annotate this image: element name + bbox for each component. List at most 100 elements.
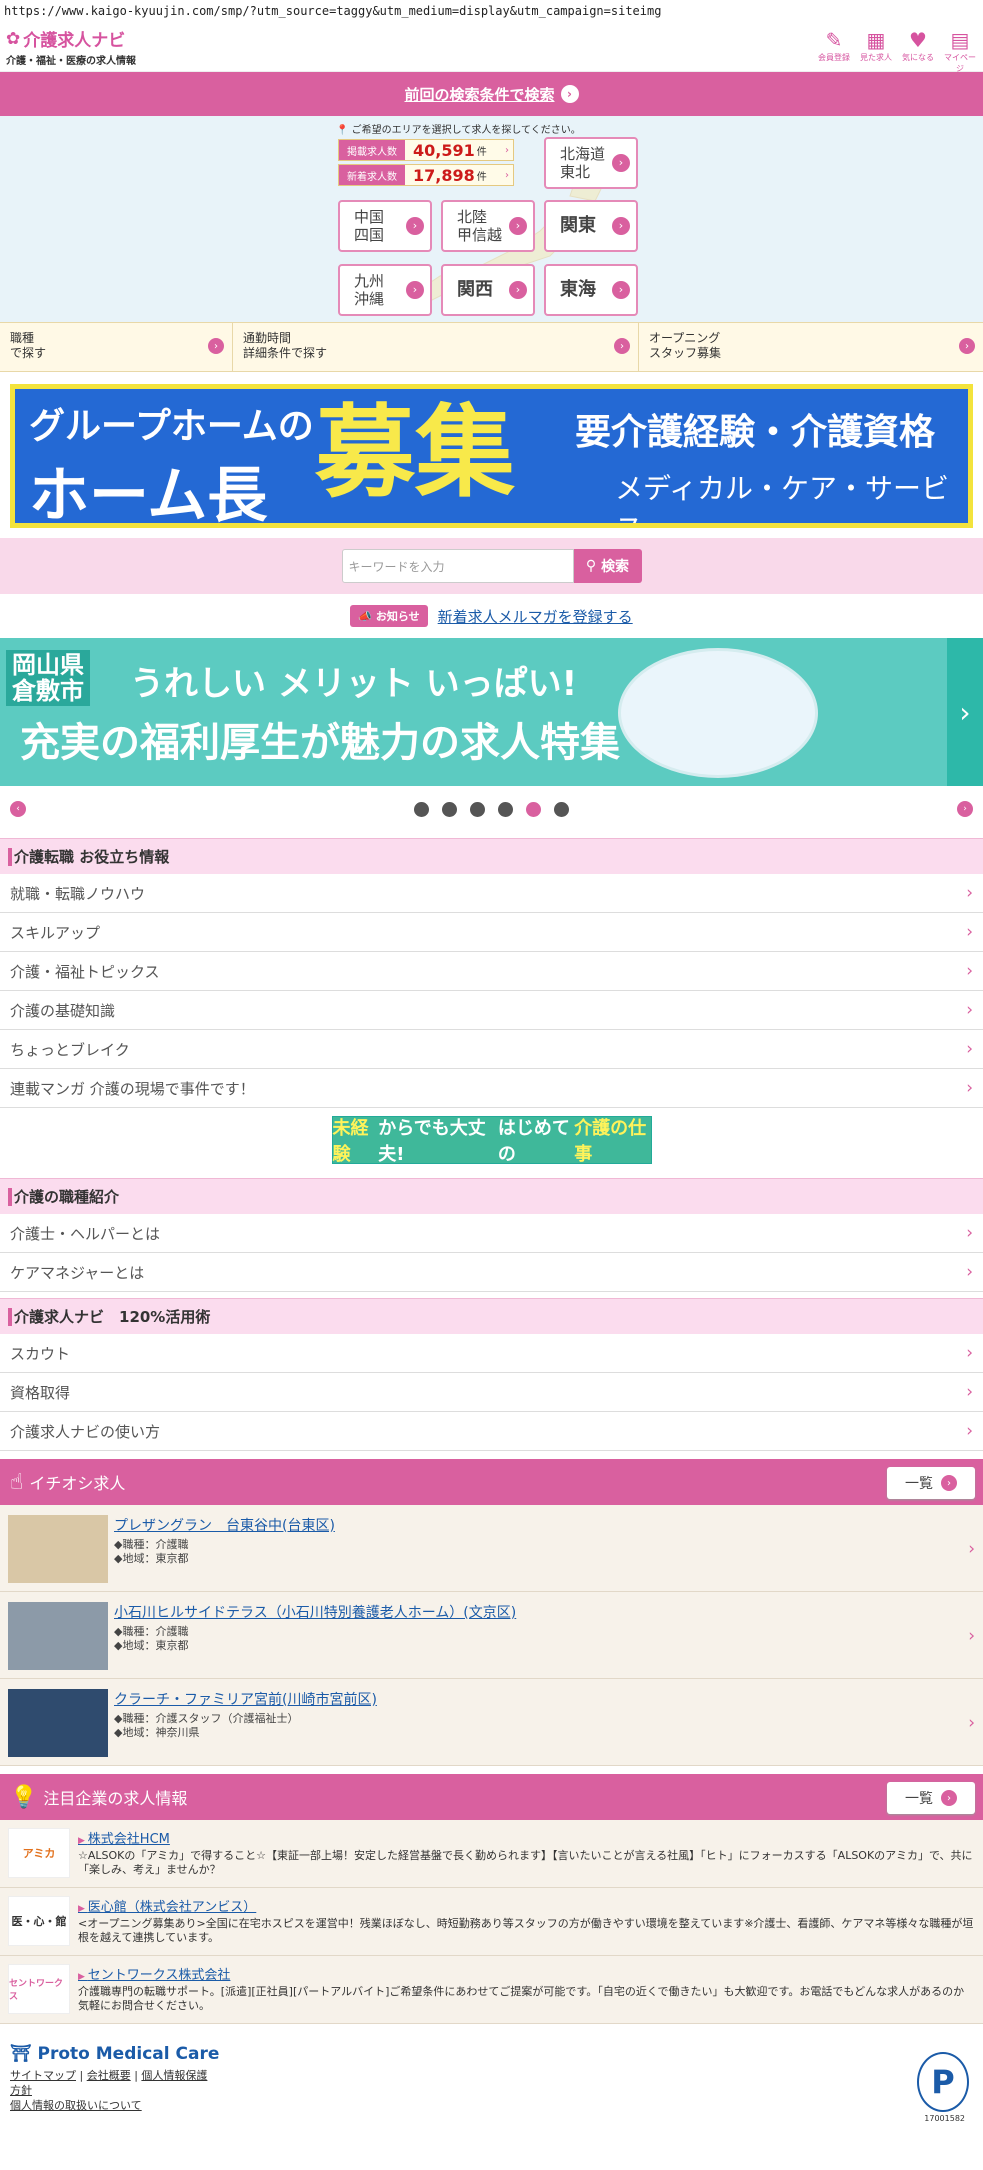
job-photo [8, 1515, 108, 1583]
calendar-icon: ▦ [866, 28, 886, 52]
mypage-button[interactable]: ▤ マイページ [941, 28, 979, 74]
arrow-right-icon: › [941, 1790, 957, 1806]
region-hokkaido-tohoku[interactable]: 北海道 東北 › [544, 137, 638, 189]
useful-info-heading: 介護転職 お役立ち情報 [0, 838, 983, 874]
region-kansai[interactable]: 関西 › [441, 264, 535, 316]
arrow-right-icon: › [612, 281, 630, 299]
company-item[interactable]: セントワークス セントワークス株式会社介護職専門の転職サポート。[派遣][正社員… [0, 1956, 983, 2024]
company-item[interactable]: アミカ 株式会社HCM☆ALSOKの「アミカ」で得すること☆【東証一部上場！安定… [0, 1820, 983, 1888]
site-footer: ⛩ Proto Medical Care サイトマップ | 会社概要 | 個人情… [0, 2044, 983, 2134]
privacy-link[interactable]: 個人情報保護 [141, 2069, 207, 2082]
arrow-right-icon: › [959, 338, 975, 354]
job-type-item[interactable]: ケアマネジャーとは › [0, 1253, 983, 1292]
hand-pointer-icon: ☝ [10, 1469, 24, 1495]
region-chugoku-shikoku[interactable]: 中国 四国 › [338, 200, 432, 252]
heart-icon: ♥ [909, 28, 927, 52]
usage-item[interactable]: スカウト › [0, 1334, 983, 1373]
site-logo[interactable]: ✿ 介護求人ナビ 介護・福祉・医療の求人情報 [6, 26, 136, 68]
carousel-dot[interactable] [414, 801, 429, 817]
search-button[interactable]: ⚲ 検索 [573, 549, 642, 583]
mypage-icon: ▤ [950, 28, 970, 52]
chevron-right-icon: › [966, 883, 973, 903]
favorites-button[interactable]: ♥ 気になる [899, 28, 937, 74]
opening-staff[interactable]: オープニング スタッフ募集 › [639, 323, 983, 371]
search-icon: ⚲ [585, 558, 597, 574]
viewed-jobs-button[interactable]: ▦ 見た求人 [857, 28, 895, 74]
header-icons: ✎ 会員登録 ▦ 見た求人 ♥ 気になる ▤ マイページ [815, 28, 979, 74]
company-logo: アミカ [8, 1828, 70, 1878]
useful-item[interactable]: 介護・福祉トピックス › [0, 952, 983, 991]
job-photo [8, 1602, 108, 1670]
arrow-right-icon: › [406, 217, 424, 235]
search-by-commute[interactable]: 通勤時間 詳細条件で探す › [233, 323, 639, 371]
region-kyushu-okinawa[interactable]: 九州 沖縄 › [338, 264, 432, 316]
newsletter-link[interactable]: 新着求人メルマガを登録する [438, 606, 633, 627]
job-item[interactable]: プレザングラン 台東谷中(台東区) ◆職種：介護職 ◆地域：東京都 › [0, 1505, 983, 1592]
megaphone-icon: 📣 [358, 610, 373, 623]
home-manager-banner[interactable]: グループホームの ホーム長 募集 要介護経験・介護資格 メディカル・ケア・サービ… [10, 384, 973, 528]
chevron-right-icon: › [966, 1262, 973, 1282]
company-link[interactable]: 会社概要 [87, 2069, 131, 2082]
pickup-list-button[interactable]: 一覧 › [887, 1467, 975, 1499]
chevron-right-icon: › [966, 1343, 973, 1363]
carousel-dot-active[interactable] [526, 801, 541, 817]
company-item[interactable]: 医・心・館 医心館（株式会社アンビス）<オープニング募集あり>全国に在宅ホスピス… [0, 1888, 983, 1956]
keyword-search: キーワードを入力 ⚲ 検索 [0, 538, 983, 594]
useful-item[interactable]: スキルアップ › [0, 913, 983, 952]
new-count[interactable]: 新着求人数 17,898 件 › [338, 164, 514, 186]
useful-item[interactable]: 介護の基礎知識 › [0, 991, 983, 1030]
privacy-mark-icon: P [917, 2052, 969, 2112]
carousel-dot[interactable] [470, 801, 485, 817]
carousel-dot[interactable] [554, 801, 569, 817]
arrow-right-icon: › [509, 281, 527, 299]
job-type-item[interactable]: 介護士・ヘルパーとは › [0, 1214, 983, 1253]
chevron-right-icon: › [968, 1539, 975, 1559]
useful-item[interactable]: ちょっとブレイク › [0, 1030, 983, 1069]
job-item[interactable]: クラーチ・ファミリア宮前(川崎市宮前区) ◆職種：介護スタッフ（介護福祉士） ◆地域… [0, 1679, 983, 1766]
region-tokai[interactable]: 東海 › [544, 264, 638, 316]
privacy-mark-number: 17001582 [924, 2114, 965, 2123]
region-kanto[interactable]: 関東 › [544, 200, 638, 252]
chevron-right-icon: › [966, 1421, 973, 1441]
carousel-dot[interactable] [498, 801, 513, 817]
search-by-job-type[interactable]: 職種 で探す › [0, 323, 233, 371]
chevron-right-icon: › [966, 1000, 973, 1020]
footer-brand: ⛩ Proto Medical Care [10, 2044, 220, 2064]
keyword-input[interactable]: キーワードを入力 [341, 549, 574, 583]
pickup-header: ☝ イチオシ求人 一覧 › [0, 1459, 983, 1505]
carousel-next-button[interactable]: › [947, 638, 983, 786]
sitemap-link[interactable]: サイトマップ [10, 2069, 76, 2082]
arrow-right-icon: › [208, 338, 224, 354]
usage-item[interactable]: 介護求人ナビの使い方 › [0, 1412, 983, 1451]
notice-bar: 📣 お知らせ 新着求人メルマガを登録する [0, 594, 983, 638]
company-logo: 医・心・館 [8, 1896, 70, 1946]
previous-search-button[interactable]: 前回の検索条件で検索 › [0, 72, 983, 116]
companies-list-button[interactable]: 一覧 › [887, 1782, 975, 1814]
carousel-prev-icon[interactable]: ‹ [10, 801, 26, 817]
policy-link[interactable]: 方針 [10, 2084, 32, 2097]
footer-links: サイトマップ | 会社概要 | 個人情報保護 方針 個人情報の取扱いについて [10, 2069, 208, 2112]
house-photo [618, 648, 818, 778]
usage-item[interactable]: 資格取得 › [0, 1373, 983, 1412]
listing-count[interactable]: 掲載求人数 40,591 件 › [338, 139, 514, 161]
flower-icon: ✿ [6, 28, 21, 49]
job-item[interactable]: 小石川ヒルサイドテラス（小石川特別養護老人ホーム）(文京区) ◆職種：介護職 ◆地域… [0, 1592, 983, 1679]
arrow-right-icon: › [560, 85, 579, 103]
chevron-right-icon: › [968, 1626, 975, 1646]
region-hokuriku-koshinetsu[interactable]: 北陸 甲信越 › [441, 200, 535, 252]
welfare-feature-banner[interactable]: 岡山県 倉敷市 うれしい メリット いっぱい! 充実の福利厚生が魅力の求人特集 … [0, 638, 983, 786]
address-bar[interactable]: https://www.kaigo-kyuujin.com/smp/?utm_s… [0, 0, 983, 22]
useful-item[interactable]: 連載マンガ 介護の現場で事件です！ › [0, 1069, 983, 1108]
register-button[interactable]: ✎ 会員登録 [815, 28, 853, 74]
chevron-right-icon: › [966, 1382, 973, 1402]
chevron-right-icon: › [966, 1039, 973, 1059]
arrow-right-icon: › [509, 217, 527, 235]
useful-item[interactable]: 就職・転職ノウハウ › [0, 874, 983, 913]
carousel-next-icon[interactable]: › [957, 801, 973, 817]
chevron-right-icon: › [966, 1078, 973, 1098]
chevron-right-icon: › [968, 1713, 975, 1733]
logo-subtitle: 介護・福祉・医療の求人情報 [6, 56, 136, 67]
carousel-dot[interactable] [442, 801, 457, 817]
beginner-banner[interactable]: 未経験 からでも大丈夫! はじめての 介護の仕事 [0, 1108, 983, 1172]
handling-link[interactable]: 個人情報の取扱いについて [10, 2099, 142, 2112]
